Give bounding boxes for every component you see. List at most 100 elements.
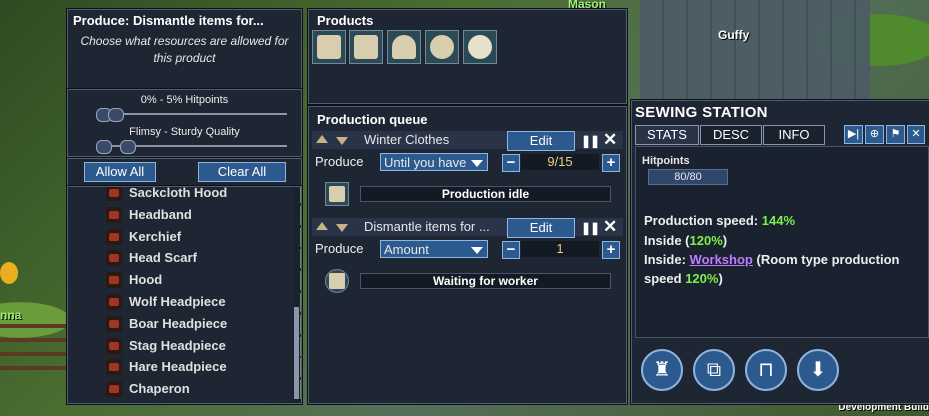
item-checkbox[interactable]: ✔ bbox=[300, 358, 301, 377]
item-label: Chaperon bbox=[129, 381, 190, 396]
slider-track bbox=[96, 113, 287, 115]
item-checkbox[interactable]: ✔ bbox=[300, 315, 301, 334]
vest-icon[interactable] bbox=[312, 30, 346, 64]
next-icon[interactable]: ▶| bbox=[844, 125, 863, 144]
clothing-item-icon bbox=[106, 316, 122, 332]
queue-item-header: Dismantle items for ... Edit ❚❚ ✕ bbox=[312, 217, 623, 238]
item-checkbox[interactable]: ✔ bbox=[300, 293, 301, 312]
edit-button[interactable]: Edit bbox=[507, 218, 575, 238]
list-item[interactable]: Wolf Headpiece ✔ bbox=[104, 292, 301, 313]
production-queue-panel: Production queue Winter Clothes Edit ❚❚ … bbox=[308, 106, 627, 404]
wooden-fence bbox=[0, 320, 66, 380]
products-title: Products bbox=[317, 13, 374, 28]
storage-icon[interactable]: ⬇ bbox=[797, 349, 839, 391]
name-tag-guffy[interactable]: Guffy bbox=[718, 28, 749, 42]
compass-icon[interactable] bbox=[0, 262, 18, 284]
list-item[interactable]: Sackcloth Hood ✔ bbox=[104, 186, 301, 204]
move-up-icon[interactable] bbox=[316, 222, 328, 230]
queue-item: Dismantle items for ... Edit ❚❚ ✕ Produc… bbox=[312, 217, 623, 302]
item-label: Kerchief bbox=[129, 229, 182, 244]
speed-label: speed bbox=[644, 271, 682, 286]
quantity-value[interactable]: 1 bbox=[521, 241, 599, 257]
tower-icon[interactable]: ♜ bbox=[641, 349, 683, 391]
move-down-icon[interactable] bbox=[336, 224, 348, 232]
list-item[interactable]: Kerchief ✔ bbox=[104, 227, 301, 248]
priority-icon[interactable]: ⚑ bbox=[886, 125, 905, 144]
tab-desc[interactable]: DESC bbox=[700, 125, 762, 145]
sewing-station-panel: SEWING STATION STATS DESC INFO ▶| ⊕ ⚑ ✕ … bbox=[631, 100, 929, 404]
dismantle-icon[interactable] bbox=[463, 30, 497, 64]
tunic-icon[interactable] bbox=[349, 30, 383, 64]
item-checkbox[interactable]: ✔ bbox=[300, 206, 301, 225]
cap-icon[interactable] bbox=[387, 30, 421, 64]
quality-slider[interactable] bbox=[96, 140, 287, 154]
item-label: Sackcloth Hood bbox=[129, 186, 228, 200]
increment-button[interactable]: + bbox=[602, 241, 620, 259]
tab-stats[interactable]: STATS bbox=[635, 125, 699, 145]
clothing-item-icon bbox=[106, 381, 122, 397]
produce-mode-select[interactable]: Until you have bbox=[380, 153, 488, 171]
filter-description: Choose what resources are allowed for th… bbox=[80, 34, 289, 65]
tab-info[interactable]: INFO bbox=[763, 125, 825, 145]
slider-handle-low[interactable] bbox=[96, 140, 112, 154]
item-label: Head Scarf bbox=[129, 250, 197, 265]
increment-button[interactable]: + bbox=[602, 154, 620, 172]
move-down-icon[interactable] bbox=[336, 137, 348, 145]
clothing-item-icon bbox=[106, 207, 122, 223]
speed-value: 120% bbox=[685, 271, 719, 286]
queue-item: Winter Clothes Edit ❚❚ ✕ Produce Until y… bbox=[312, 130, 623, 215]
item-label: Hood bbox=[129, 272, 163, 287]
produce-mode-select[interactable]: Amount bbox=[380, 240, 488, 258]
pause-icon[interactable]: ❚❚ bbox=[581, 134, 600, 148]
hat-icon[interactable] bbox=[425, 30, 459, 64]
workbench-icon[interactable]: ⊓ bbox=[745, 349, 787, 391]
item-checkbox[interactable]: ✔ bbox=[300, 337, 301, 356]
list-item[interactable]: Head Scarf ✔ bbox=[104, 248, 301, 269]
produce-label: Produce bbox=[315, 241, 364, 256]
slider-handle-high[interactable] bbox=[108, 108, 124, 122]
queue-title: Production queue bbox=[317, 112, 428, 127]
pause-icon[interactable]: ❚❚ bbox=[581, 221, 600, 235]
workshop-link[interactable]: Workshop bbox=[690, 252, 753, 267]
list-item[interactable]: Chaperon ✔ bbox=[104, 379, 301, 400]
item-label: Wolf Headpiece bbox=[129, 294, 226, 309]
item-checkbox[interactable]: ✔ bbox=[300, 271, 301, 290]
list-item[interactable]: Stag Headpiece ✔ bbox=[104, 336, 301, 357]
hitpoints-bar: 80/80 bbox=[648, 169, 728, 185]
copy-icon[interactable]: ⧉ bbox=[693, 349, 735, 391]
clothing-item-icon bbox=[106, 272, 122, 288]
list-scrollbar[interactable] bbox=[293, 187, 300, 403]
scrollbar-thumb[interactable] bbox=[294, 307, 299, 399]
clear-all-button[interactable]: Clear All bbox=[198, 162, 286, 182]
item-label: Boar Headpiece bbox=[129, 316, 228, 331]
item-checkbox[interactable]: ✔ bbox=[300, 228, 301, 247]
remove-icon[interactable]: ✕ bbox=[603, 217, 617, 237]
move-up-icon[interactable] bbox=[316, 135, 328, 143]
slider-handle-high[interactable] bbox=[120, 140, 136, 154]
target-icon[interactable]: ⊕ bbox=[865, 125, 884, 144]
filter-buttons-bar: Allow All Clear All bbox=[67, 158, 302, 186]
hitpoints-slider[interactable] bbox=[96, 108, 287, 122]
production-speed-line: Production speed: 144% bbox=[644, 211, 795, 230]
close-icon[interactable]: ✕ bbox=[907, 125, 925, 144]
name-tag-nna[interactable]: nna bbox=[0, 308, 21, 322]
list-item[interactable]: Hare Headpiece ✔ bbox=[104, 357, 301, 378]
inside-value: 120% bbox=[689, 233, 723, 248]
item-checkbox[interactable]: ✔ bbox=[300, 187, 301, 203]
decrement-button[interactable]: − bbox=[502, 241, 520, 259]
item-checkbox[interactable]: ✔ bbox=[300, 249, 301, 268]
inside-close: ) bbox=[722, 233, 728, 248]
list-item[interactable]: Hood ✔ bbox=[104, 270, 301, 291]
remove-icon[interactable]: ✕ bbox=[603, 130, 617, 150]
room-type-text: (Room type production bbox=[756, 252, 900, 267]
edit-button[interactable]: Edit bbox=[507, 131, 575, 151]
item-checkbox[interactable]: ✔ bbox=[300, 380, 301, 399]
list-item[interactable]: Boar Headpiece ✔ bbox=[104, 314, 301, 335]
decrement-button[interactable]: − bbox=[502, 154, 520, 172]
clothing-item-icon bbox=[106, 338, 122, 354]
list-item[interactable]: Headband ✔ bbox=[104, 205, 301, 226]
allow-all-button[interactable]: Allow All bbox=[84, 162, 156, 182]
quantity-value[interactable]: 9/15 bbox=[521, 154, 599, 170]
hitpoints-label: Hitpoints bbox=[642, 155, 690, 167]
dismantle-icon bbox=[325, 269, 349, 293]
